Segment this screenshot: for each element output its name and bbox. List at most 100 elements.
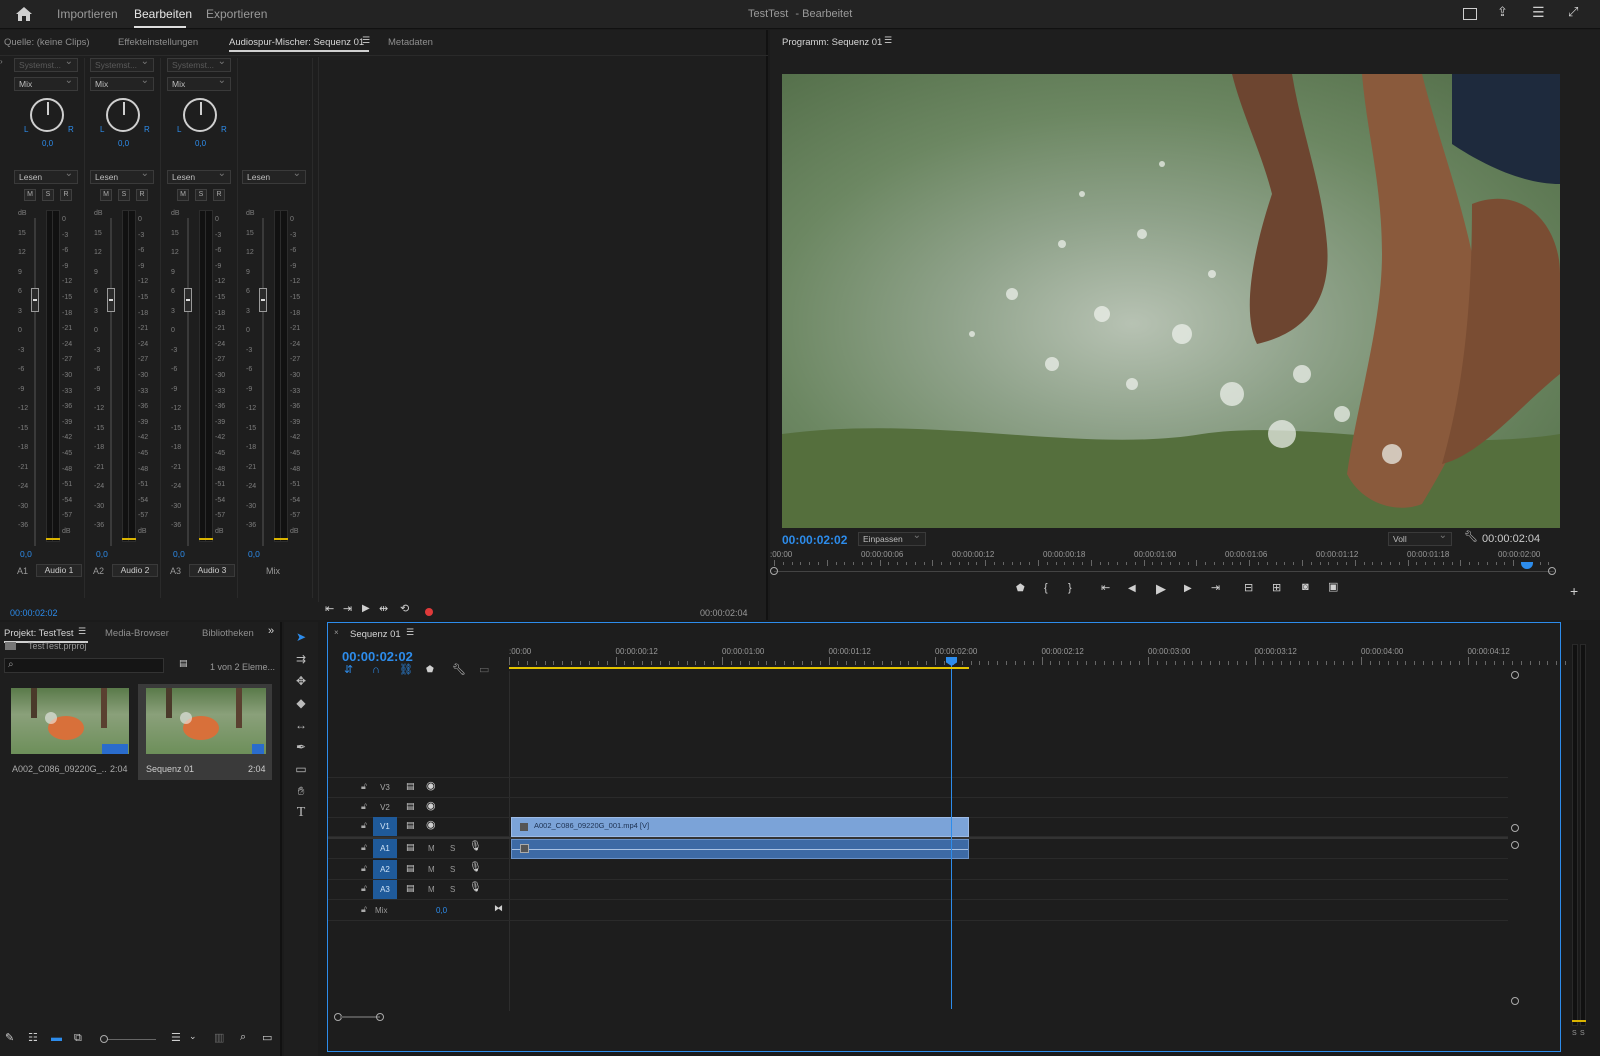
more-tabs-icon[interactable]: » — [268, 626, 274, 637]
type-tool-icon[interactable]: T — [290, 804, 312, 822]
go-to-in-icon[interactable]: ⇤ — [325, 604, 334, 615]
automation-read-dropdown[interactable]: Lesen — [14, 168, 78, 184]
tab-metadaten[interactable]: Metadaten — [388, 37, 433, 48]
track-lock-icon[interactable]: 🔓︎ — [361, 843, 367, 852]
lift-icon[interactable]: ⊟ — [1244, 583, 1253, 594]
extract-icon[interactable]: ⊞ — [1272, 583, 1281, 594]
channel-r-button[interactable]: R — [60, 189, 72, 201]
channel-s-button[interactable]: S — [118, 189, 130, 201]
play-icon[interactable]: ▶ — [362, 604, 370, 614]
volume-fader[interactable] — [31, 288, 39, 312]
channel-level-value[interactable]: 0,0 — [96, 549, 108, 559]
program-time-ruler[interactable]: :00:00 00:00:00:06 00:00:00:12 00:00:00:18 0… — [770, 548, 1570, 576]
zoom-slider[interactable] — [100, 1039, 156, 1040]
solo-right-button[interactable]: S — [1580, 1030, 1585, 1037]
track-target-a3[interactable]: A3 — [373, 880, 397, 899]
solo-button[interactable]: S — [450, 844, 455, 853]
go-to-out-icon[interactable]: ⇥ — [343, 604, 352, 615]
solo-button[interactable]: S — [450, 885, 455, 894]
step-back-icon[interactable]: ◀ — [1128, 584, 1136, 594]
go-to-in-icon[interactable]: ⇤ — [1101, 583, 1110, 594]
track-target-a1[interactable]: A1 — [373, 839, 397, 858]
track-target-v2[interactable]: V2 — [373, 798, 397, 817]
project-item-clip[interactable]: A002_C086_09220G_... 2:04 — [6, 684, 132, 778]
channel-route-dropdown[interactable]: Systemst... — [167, 56, 231, 72]
rectangle-tool-icon[interactable]: ▭ — [290, 760, 312, 778]
channel-route-dropdown[interactable]: Systemst... — [14, 56, 78, 72]
horizontal-scroll[interactable] — [334, 1011, 1512, 1023]
sort-dropdown-icon[interactable]: ⌄ — [189, 1032, 197, 1041]
mix-keyframe-nav-icon[interactable]: ⧓ — [494, 904, 503, 913]
program-scrub-bar[interactable] — [774, 571, 1554, 572]
sync-lock-icon[interactable]: ▤ — [406, 782, 415, 791]
toggle-output-eye-icon[interactable]: ◉ — [426, 781, 436, 792]
channel-r-button[interactable]: R — [136, 189, 148, 201]
solo-button[interactable]: S — [450, 865, 455, 874]
new-bin-icon[interactable]: ▭ — [262, 1033, 272, 1044]
track-lock-icon[interactable]: 🔓︎ — [361, 782, 367, 791]
nav-bearbeiten[interactable]: Bearbeiten — [134, 7, 192, 21]
sync-lock-icon[interactable]: ▤ — [406, 864, 415, 873]
track-target-a2[interactable]: A2 — [373, 860, 397, 879]
quality-dropdown[interactable]: Voll — [1388, 530, 1452, 546]
voice-over-mic-icon[interactable]: 🎙︎ — [469, 863, 482, 873]
slip-tool-icon[interactable]: ↔ — [290, 716, 312, 734]
mark-in-icon[interactable]: { — [1044, 583, 1048, 594]
toggle-output-eye-icon[interactable]: ◉ — [426, 801, 436, 812]
channel-m-button[interactable]: M — [24, 189, 36, 201]
channel-r-button[interactable]: R — [213, 189, 225, 201]
pan-knob[interactable] — [30, 98, 64, 132]
track-select-tool-icon[interactable]: ⇉ — [290, 650, 312, 668]
channel-s-button[interactable]: S — [42, 189, 54, 201]
pan-knob[interactable] — [183, 98, 217, 132]
sync-lock-icon[interactable]: ▤ — [406, 843, 415, 852]
mute-button[interactable]: M — [428, 885, 435, 894]
program-scrub-end[interactable] — [1548, 567, 1556, 575]
tab-media-browser[interactable]: Media-Browser — [105, 628, 169, 639]
volume-fader[interactable] — [184, 288, 192, 312]
mute-button[interactable]: M — [428, 844, 435, 853]
volume-fader[interactable] — [259, 288, 267, 312]
channel-m-button[interactable]: M — [100, 189, 112, 201]
write-on-icon[interactable]: ✎ — [5, 1033, 14, 1044]
channel-mode-dropdown[interactable]: Mix — [167, 75, 231, 91]
play-icon[interactable]: ▶ — [1156, 582, 1166, 595]
icon-view-icon[interactable]: ▬ — [51, 1033, 62, 1044]
channel-mode-dropdown[interactable]: Mix — [90, 75, 154, 91]
button-editor-plus-icon[interactable]: + — [1570, 584, 1578, 598]
mix-lock-icon[interactable]: 🔓︎ — [361, 905, 367, 914]
track-target-v1[interactable]: V1 — [373, 817, 397, 836]
search-input[interactable]: ⌕ — [4, 658, 164, 673]
record-button[interactable] — [425, 608, 433, 616]
audio-clip-a1[interactable] — [511, 839, 969, 859]
solo-left-button[interactable]: S — [1572, 1030, 1577, 1037]
channel-name[interactable]: Audio 1 — [36, 564, 82, 577]
program-playhead[interactable] — [1520, 562, 1533, 569]
quick-export-icon[interactable] — [1463, 8, 1477, 20]
nav-importieren[interactable]: Importieren — [57, 7, 118, 21]
step-forward-icon[interactable]: ▶ — [1184, 584, 1192, 594]
volume-fader[interactable] — [107, 288, 115, 312]
home-icon[interactable] — [15, 6, 33, 22]
share-icon[interactable]: ⇪ — [1497, 5, 1508, 18]
go-to-out-icon[interactable]: ⇥ — [1211, 583, 1220, 594]
freeform-view-icon[interactable]: ⧉ — [74, 1033, 82, 1044]
sort-icon[interactable]: ☰ — [171, 1033, 181, 1044]
loop-icon[interactable]: ⟲ — [400, 604, 409, 615]
tab-menu-icon[interactable]: ☰ — [362, 36, 370, 45]
video-clip-v1[interactable]: A002_C086_09220G_001.mp4 [V] — [511, 817, 969, 837]
fullscreen-icon[interactable]: ⤢ — [1568, 5, 1578, 18]
track-lock-icon[interactable]: 🔓︎ — [361, 884, 367, 893]
channel-name[interactable]: Audio 2 — [112, 564, 158, 577]
toggle-output-eye-icon[interactable]: ◉ — [426, 820, 436, 831]
automation-read-dropdown[interactable]: Lesen — [242, 168, 306, 184]
mix-volume-value[interactable]: 0,0 — [436, 906, 447, 915]
vertical-scroll-audio[interactable] — [1511, 841, 1519, 1006]
pen-tool-icon[interactable]: ✒ — [290, 738, 312, 756]
voice-over-mic-icon[interactable]: 🎙︎ — [469, 842, 482, 852]
voice-over-mic-icon[interactable]: 🎙︎ — [469, 883, 482, 893]
sync-lock-icon[interactable]: ▤ — [406, 884, 415, 893]
mark-out-icon[interactable]: } — [1068, 583, 1072, 594]
automation-read-dropdown[interactable]: Lesen — [90, 168, 154, 184]
razor-tool-icon[interactable]: ◆ — [290, 694, 312, 712]
